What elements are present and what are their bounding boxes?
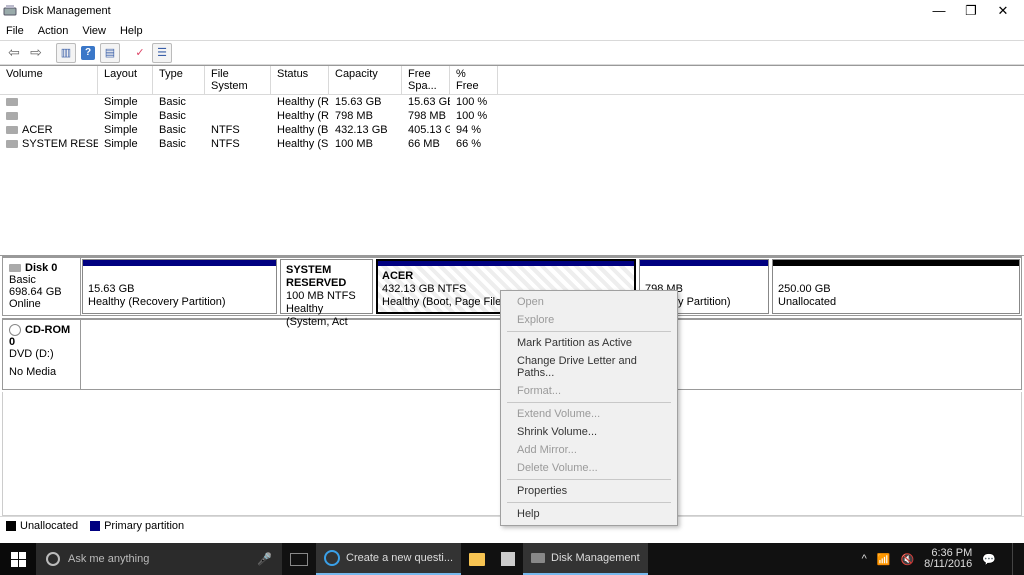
- cdrom-icon: [9, 324, 21, 336]
- system-tray: ^ 📶 🔇 6:36 PM8/11/2016 💬: [854, 543, 1024, 575]
- taskbar-item-edge[interactable]: Create a new questi...: [316, 543, 461, 575]
- maximize-button[interactable]: ❐: [964, 4, 978, 18]
- ctx-format: Format...: [503, 382, 675, 400]
- ctx-mark-active[interactable]: Mark Partition as Active: [503, 334, 675, 352]
- search-box[interactable]: Ask me anything 🎤: [36, 543, 282, 575]
- forward-button[interactable]: [26, 43, 46, 63]
- context-menu: Open Explore Mark Partition as Active Ch…: [500, 290, 678, 526]
- toolbar: ▥ ? ▤ ✓ ☰: [0, 41, 1024, 65]
- back-button[interactable]: [4, 43, 24, 63]
- swatch-black: [6, 521, 16, 531]
- cell-volume: [0, 95, 98, 109]
- menu-file[interactable]: File: [6, 25, 24, 37]
- col-capacity[interactable]: Capacity: [329, 66, 402, 94]
- separator: [122, 43, 128, 63]
- taskbar-item-store[interactable]: [493, 543, 523, 575]
- task-view-button[interactable]: [282, 543, 316, 575]
- ctx-explore: Explore: [503, 311, 675, 329]
- tray-volume-icon[interactable]: 🔇: [900, 553, 914, 566]
- menu-view[interactable]: View: [82, 25, 106, 37]
- folder-icon: [469, 553, 485, 566]
- volume-icon: [6, 140, 18, 148]
- volume-list-header: Volume Layout Type File System Status Ca…: [0, 66, 1024, 95]
- taskbar: Ask me anything 🎤 Create a new questi...…: [0, 543, 1024, 575]
- app-icon: [2, 3, 18, 19]
- table-row[interactable]: ACER SimpleBasicNTFSHealthy (B...432.13 …: [0, 123, 1024, 137]
- tray-notifications-icon[interactable]: 💬: [982, 553, 996, 566]
- taskbar-item-diskmgmt[interactable]: Disk Management: [523, 543, 648, 575]
- table-row[interactable]: SYSTEM RESERVED SimpleBasicNTFSHealthy (…: [0, 137, 1024, 151]
- show-desktop-button[interactable]: [1012, 543, 1016, 575]
- col-layout[interactable]: Layout: [98, 66, 153, 94]
- partition-unallocated[interactable]: 250.00 GBUnallocated: [772, 259, 1020, 314]
- search-placeholder: Ask me anything: [68, 553, 149, 565]
- cdrom-info[interactable]: CD-ROM 0 DVD (D:) No Media: [3, 320, 81, 389]
- refresh-button[interactable]: ✓: [130, 43, 150, 63]
- disk-0-info[interactable]: Disk 0 Basic 698.64 GB Online: [3, 258, 81, 315]
- legend-primary: Primary partition: [90, 520, 184, 532]
- task-view-icon: [290, 553, 308, 566]
- ctx-open: Open: [503, 293, 675, 311]
- taskbar-item-explorer[interactable]: [461, 543, 493, 575]
- col-volume[interactable]: Volume: [0, 66, 98, 94]
- cell-volume: ACER: [0, 123, 98, 137]
- titlebar: Disk Management — ❐ ✕: [0, 0, 1024, 22]
- window-controls: — ❐ ✕: [932, 4, 1022, 18]
- tray-network-icon[interactable]: 📶: [877, 553, 891, 566]
- diskmgmt-icon: [531, 553, 545, 563]
- disk-icon: [9, 264, 21, 272]
- ctx-change-letter[interactable]: Change Drive Letter and Paths...: [503, 352, 675, 382]
- start-button[interactable]: [0, 543, 36, 575]
- partition-system-reserved[interactable]: SYSTEM RESERVED100 MB NTFSHealthy (Syste…: [280, 259, 373, 314]
- ctx-help[interactable]: Help: [503, 505, 675, 523]
- cell-volume: SYSTEM RESERVED: [0, 137, 98, 151]
- col-filesystem[interactable]: File System: [205, 66, 271, 94]
- microphone-icon[interactable]: 🎤: [257, 552, 272, 566]
- ctx-properties[interactable]: Properties: [503, 482, 675, 500]
- table-row[interactable]: SimpleBasicHealthy (R...15.63 GB15.63 GB…: [0, 95, 1024, 109]
- view-button[interactable]: ☰: [152, 43, 172, 63]
- cortana-icon: [46, 552, 60, 566]
- col-type[interactable]: Type: [153, 66, 205, 94]
- menu-action[interactable]: Action: [38, 25, 69, 37]
- swatch-navy: [90, 521, 100, 531]
- minimize-button[interactable]: —: [932, 4, 946, 18]
- close-button[interactable]: ✕: [996, 4, 1010, 18]
- legend-unallocated: Unallocated: [6, 520, 78, 532]
- ctx-shrink[interactable]: Shrink Volume...: [503, 423, 675, 441]
- col-pctfree[interactable]: % Free: [450, 66, 498, 94]
- tray-expand-icon[interactable]: ^: [862, 553, 867, 565]
- window-title: Disk Management: [22, 5, 932, 17]
- volume-icon: [6, 126, 18, 134]
- ctx-extend: Extend Volume...: [503, 405, 675, 423]
- partition-recovery-1[interactable]: 15.63 GBHealthy (Recovery Partition): [82, 259, 277, 314]
- volume-icon: [6, 112, 18, 120]
- separator: [48, 43, 54, 63]
- col-status[interactable]: Status: [271, 66, 329, 94]
- menubar: File Action View Help: [0, 22, 1024, 41]
- properties-button[interactable]: ▤: [100, 43, 120, 63]
- cell-volume: [0, 109, 98, 123]
- volume-list: Volume Layout Type File System Status Ca…: [0, 65, 1024, 255]
- edge-icon: [324, 550, 340, 566]
- col-freespace[interactable]: Free Spa...: [402, 66, 450, 94]
- ctx-add-mirror: Add Mirror...: [503, 441, 675, 459]
- volume-icon: [6, 98, 18, 106]
- tray-clock[interactable]: 6:36 PM8/11/2016: [924, 548, 972, 570]
- store-icon: [501, 552, 515, 566]
- show-hide-console-button[interactable]: ▥: [56, 43, 76, 63]
- table-row[interactable]: SimpleBasicHealthy (R...798 MB798 MB100 …: [0, 109, 1024, 123]
- ctx-delete-volume: Delete Volume...: [503, 459, 675, 477]
- menu-help[interactable]: Help: [120, 25, 143, 37]
- help-button[interactable]: ?: [78, 43, 98, 63]
